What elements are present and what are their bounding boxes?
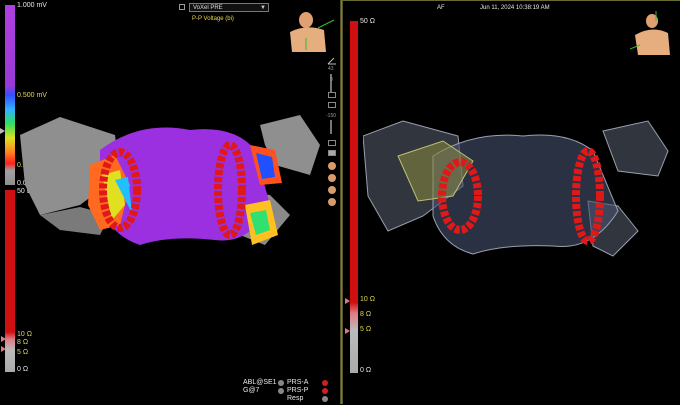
impedance-10-label: 10 Ω bbox=[360, 296, 375, 303]
map-type-label: P-P Voltage (bi) bbox=[192, 16, 234, 22]
voltage-anatomy-map[interactable] bbox=[20, 95, 320, 265]
angle-icon[interactable] bbox=[327, 57, 337, 65]
rhythm-label: AF bbox=[437, 5, 445, 11]
impedance-pointer-icon[interactable] bbox=[1, 346, 6, 352]
impedance-color-scale[interactable] bbox=[5, 190, 15, 372]
resp-label-prs-p: PRS-P bbox=[287, 387, 309, 394]
head-view-icon[interactable] bbox=[328, 174, 336, 182]
impedance-bottom-label: 0 Ω bbox=[360, 367, 372, 374]
zero-value: 0 bbox=[330, 77, 333, 83]
impedance-5-label: 5 Ω bbox=[17, 349, 29, 356]
map-select-dropdown[interactable]: VoXel PRE ▼ bbox=[189, 3, 269, 12]
frame-icon[interactable] bbox=[328, 92, 336, 98]
lock-icon[interactable] bbox=[328, 140, 336, 146]
layer-icon[interactable] bbox=[328, 150, 336, 156]
target-icon[interactable] bbox=[328, 102, 336, 108]
impedance-8-label: 8 Ω bbox=[17, 339, 29, 346]
depth-slider[interactable] bbox=[330, 120, 332, 134]
impedance-bottom-label: 0 Ω bbox=[17, 366, 29, 373]
head-view-icon[interactable] bbox=[328, 162, 336, 170]
chevron-down-icon: ▼ bbox=[260, 5, 266, 11]
orientation-torso-icon[interactable] bbox=[284, 10, 336, 54]
impedance-pointer-icon[interactable] bbox=[1, 336, 6, 342]
orientation-torso-icon[interactable] bbox=[630, 11, 678, 57]
impedance-top-label: 50 Ω bbox=[360, 18, 375, 25]
impedance-10-label: 10 Ω bbox=[17, 331, 32, 338]
voltage-max-label: 1.000 mV bbox=[17, 2, 47, 9]
angle-value: 43 bbox=[328, 66, 334, 72]
timestamp-label: Jun 11, 2024 10:38:19 AM bbox=[480, 5, 550, 11]
depth-value: -150 bbox=[326, 113, 337, 119]
settings-small-icon[interactable] bbox=[179, 4, 185, 10]
catheter-1-label: ABL@SE1 bbox=[243, 379, 277, 386]
catheter-2-indicator bbox=[278, 388, 284, 394]
scale-pointer-icon[interactable] bbox=[0, 128, 5, 134]
impedance-pointer-icon[interactable] bbox=[345, 298, 350, 304]
map-select-value: VoXel PRE bbox=[193, 5, 223, 11]
prs-a-indicator bbox=[322, 380, 328, 386]
voltage-map-pane[interactable]: 1.000 mV 0.500 mV 0.100 mV 0.000 mV 50 Ω… bbox=[0, 0, 340, 404]
catheter-1-indicator bbox=[278, 380, 284, 386]
resp-label-prs-a: PRS-A bbox=[287, 379, 309, 386]
resp-indicator bbox=[322, 396, 328, 402]
translucent-anatomy-map[interactable] bbox=[363, 106, 673, 266]
head-view-icon[interactable] bbox=[328, 186, 336, 194]
catheter-2-label: G@7 bbox=[243, 387, 260, 394]
impedance-5-label: 5 Ω bbox=[360, 326, 372, 333]
anatomy-view-pane[interactable]: AF Jun 11, 2024 10:38:19 AM 50 Ω 10 Ω 8 … bbox=[343, 0, 680, 405]
prs-p-indicator bbox=[322, 388, 328, 394]
resp-label-resp: Resp bbox=[287, 395, 304, 402]
impedance-8-label: 8 Ω bbox=[360, 311, 372, 318]
impedance-color-scale[interactable] bbox=[350, 21, 358, 373]
impedance-pointer-icon[interactable] bbox=[345, 328, 350, 334]
head-view-icon[interactable] bbox=[328, 198, 336, 206]
voltage-color-scale[interactable] bbox=[5, 5, 15, 185]
